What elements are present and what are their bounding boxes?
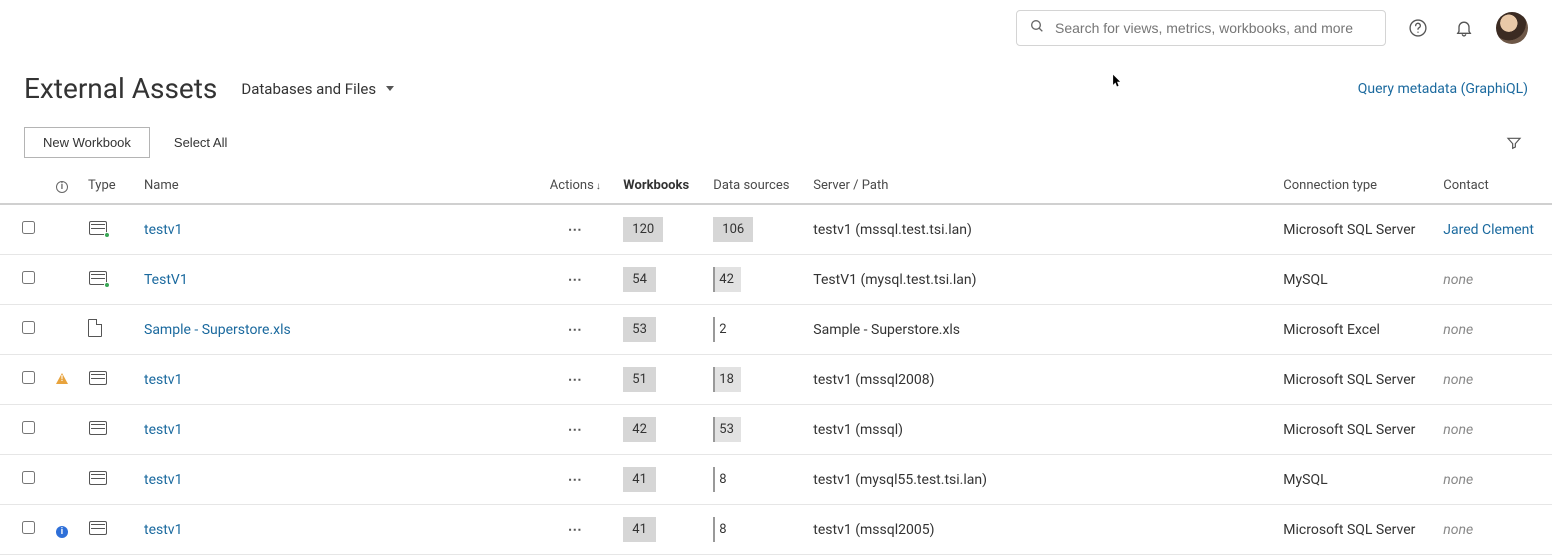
data-sources-count[interactable]: 18: [713, 367, 741, 392]
connection-type: Microsoft SQL Server: [1275, 355, 1435, 405]
table-row: testv1 ⋯ 51 18 testv1 (mssql2008)Microsoft S…: [0, 355, 1552, 405]
database-icon: [88, 470, 108, 486]
row-actions-menu[interactable]: ⋯: [568, 472, 583, 488]
contact: none: [1443, 322, 1473, 338]
query-metadata-link[interactable]: Query metadata (GraphiQL): [1358, 81, 1528, 97]
asset-name-link[interactable]: TestV1: [144, 272, 188, 288]
column-workbooks[interactable]: Workbooks: [615, 168, 705, 204]
connection-type: MySQL: [1275, 255, 1435, 305]
warning-icon: [56, 373, 68, 384]
table-row: testv1 ⋯ 41 8 testv1 (mysql55.test.tsi.lan)M…: [0, 455, 1552, 505]
table-row: TestV1 ⋯ 54 42 TestV1 (mysql.test.tsi.lan)My…: [0, 255, 1552, 305]
connection-type: Microsoft Excel: [1275, 305, 1435, 355]
filter-icon[interactable]: [1500, 129, 1528, 157]
table-row: testv1 ⋯ 41 8 testv1 (mssql2005)Microsoft SQ…: [0, 505, 1552, 555]
data-sources-count[interactable]: 2: [713, 317, 733, 342]
server-path: testv1 (mssql2008): [805, 355, 1275, 405]
row-checkbox[interactable]: [22, 321, 35, 334]
data-sources-count[interactable]: 106: [713, 217, 753, 242]
table-row: testv1 ⋯ 120 106 testv1 (mssql.test.tsi.lan)…: [0, 204, 1552, 255]
data-sources-count[interactable]: 8: [713, 467, 733, 492]
file-icon: [88, 319, 102, 337]
row-checkbox[interactable]: [22, 521, 35, 534]
workbooks-count[interactable]: 53: [623, 317, 656, 342]
search-icon: [1029, 18, 1045, 38]
server-path: testv1 (mssql.test.tsi.lan): [805, 204, 1275, 255]
column-name[interactable]: Name: [136, 168, 535, 204]
server-path: TestV1 (mysql.test.tsi.lan): [805, 255, 1275, 305]
new-workbook-button[interactable]: New Workbook: [24, 127, 150, 158]
column-server-path[interactable]: Server / Path: [805, 168, 1275, 204]
workbooks-count[interactable]: 42: [623, 417, 656, 442]
contact: none: [1443, 422, 1473, 438]
column-status[interactable]: [44, 168, 80, 204]
database-connected-icon: [88, 270, 108, 286]
server-path: testv1 (mssql2005): [805, 505, 1275, 555]
workbooks-count[interactable]: 51: [623, 367, 656, 392]
contact: none: [1443, 272, 1473, 288]
contact: none: [1443, 522, 1473, 538]
row-checkbox[interactable]: [22, 421, 35, 434]
row-actions-menu[interactable]: ⋯: [568, 372, 583, 388]
column-type[interactable]: Type: [80, 168, 136, 204]
select-all-button[interactable]: Select All: [174, 135, 227, 150]
assets-table: Type Name Actions↓ Workbooks Data source…: [0, 168, 1552, 555]
row-actions-menu[interactable]: ⋯: [568, 422, 583, 438]
connection-type: MySQL: [1275, 455, 1435, 505]
table-row: Sample - Superstore.xls ⋯ 53 2 Sample - Supe…: [0, 305, 1552, 355]
info-icon: [56, 526, 68, 538]
row-actions-menu[interactable]: ⋯: [568, 322, 583, 338]
page-title: External Assets: [24, 72, 217, 105]
search-input[interactable]: [1055, 20, 1373, 36]
asset-name-link[interactable]: testv1: [144, 372, 182, 388]
asset-type-dropdown[interactable]: Databases and Files: [241, 80, 394, 98]
database-icon: [88, 420, 108, 436]
database-icon: [88, 520, 108, 536]
column-checkbox: [0, 168, 44, 204]
data-sources-count[interactable]: 42: [713, 267, 741, 292]
row-checkbox[interactable]: [22, 471, 35, 484]
server-path: Sample - Superstore.xls: [805, 305, 1275, 355]
workbooks-count[interactable]: 120: [623, 217, 663, 242]
connection-type: Microsoft SQL Server: [1275, 204, 1435, 255]
asset-name-link[interactable]: testv1: [144, 422, 182, 438]
column-connection-type[interactable]: Connection type: [1275, 168, 1435, 204]
database-icon: [88, 370, 108, 386]
status-header-icon: [56, 181, 68, 193]
avatar[interactable]: [1496, 12, 1528, 44]
server-path: testv1 (mssql): [805, 405, 1275, 455]
row-actions-menu[interactable]: ⋯: [568, 522, 583, 538]
database-connected-icon: [88, 220, 108, 236]
asset-name-link[interactable]: testv1: [144, 472, 182, 488]
contact: none: [1443, 372, 1473, 388]
connection-type: Microsoft SQL Server: [1275, 405, 1435, 455]
workbooks-count[interactable]: 41: [623, 517, 656, 542]
data-sources-count[interactable]: 53: [713, 417, 741, 442]
row-actions-menu[interactable]: ⋯: [568, 272, 583, 288]
notifications-icon[interactable]: [1450, 14, 1478, 42]
column-data-sources[interactable]: Data sources: [705, 168, 805, 204]
workbooks-count[interactable]: 41: [623, 467, 656, 492]
column-actions[interactable]: Actions↓: [535, 168, 615, 204]
table-row: testv1 ⋯ 42 53 testv1 (mssql)Microsoft SQL S…: [0, 405, 1552, 455]
chevron-down-icon: [386, 86, 394, 91]
data-sources-count[interactable]: 8: [713, 517, 733, 542]
asset-name-link[interactable]: Sample - Superstore.xls: [144, 322, 291, 338]
help-icon[interactable]: [1404, 14, 1432, 42]
row-checkbox[interactable]: [22, 271, 35, 284]
connection-type: Microsoft SQL Server: [1275, 505, 1435, 555]
row-actions-menu[interactable]: ⋯: [568, 222, 583, 238]
asset-type-dropdown-label: Databases and Files: [241, 80, 376, 98]
asset-name-link[interactable]: testv1: [144, 222, 182, 238]
row-checkbox[interactable]: [22, 371, 35, 384]
search-box[interactable]: [1016, 10, 1386, 46]
contact: none: [1443, 472, 1473, 488]
row-checkbox[interactable]: [22, 221, 35, 234]
workbooks-count[interactable]: 54: [623, 267, 656, 292]
column-contact[interactable]: Contact: [1435, 168, 1552, 204]
server-path: testv1 (mysql55.test.tsi.lan): [805, 455, 1275, 505]
asset-name-link[interactable]: testv1: [144, 522, 182, 538]
contact[interactable]: Jared Clement: [1443, 222, 1534, 238]
